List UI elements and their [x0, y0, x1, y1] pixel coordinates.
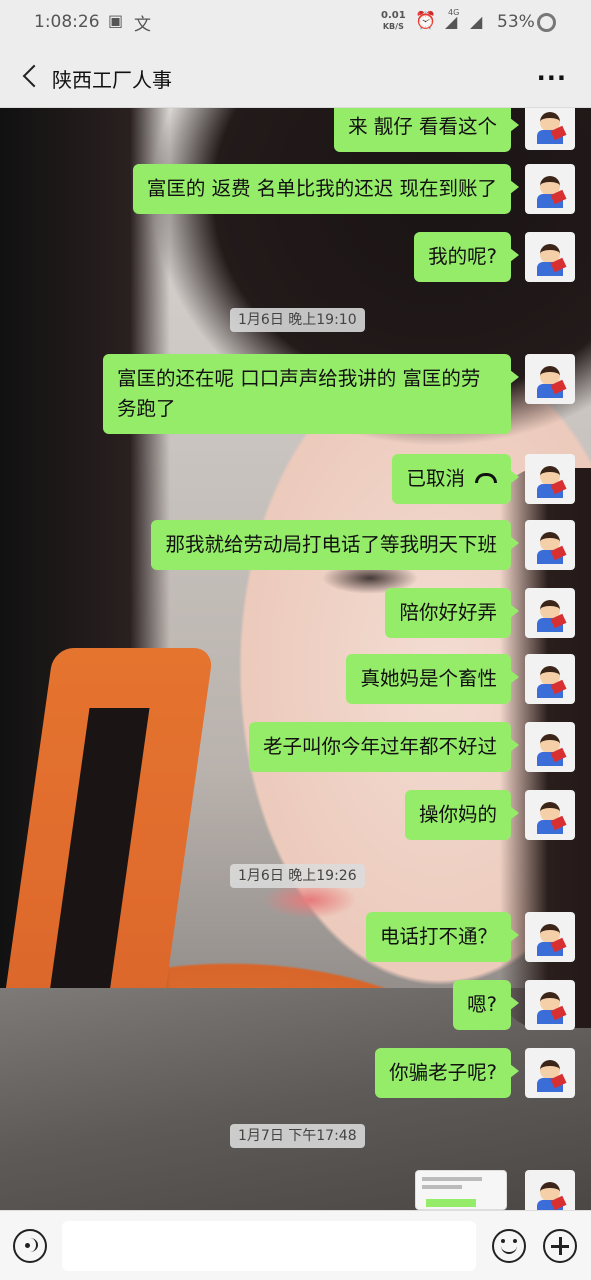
- message-bubble[interactable]: 我的呢?: [414, 232, 519, 282]
- emoji-icon[interactable]: [492, 1229, 526, 1263]
- voice-icon[interactable]: [13, 1229, 47, 1263]
- message-input[interactable]: [62, 1221, 476, 1271]
- time-separator: 1月7日 下午17:48: [230, 1124, 365, 1148]
- network-speed: 0.01 KB/S: [381, 10, 406, 32]
- avatar[interactable]: [525, 520, 575, 570]
- message-bubble[interactable]: 真她妈是个畜性: [346, 654, 519, 704]
- status-bar: 1:08:26 ▣ 文 0.01 KB/S ⏰ ◢ 4G ◢ 53%: [0, 0, 591, 46]
- avatar[interactable]: [525, 232, 575, 282]
- battery-icon: [537, 13, 556, 32]
- message-bubble[interactable]: 嗯?: [453, 980, 519, 1030]
- avatar[interactable]: [525, 454, 575, 504]
- message-notification-icon: ▣: [108, 11, 124, 30]
- call-status: 已取消: [406, 467, 465, 490]
- message-bubble[interactable]: 陪你好好弄: [385, 588, 519, 638]
- plus-icon[interactable]: [543, 1229, 577, 1263]
- message-bubble[interactable]: 你骗老子呢?: [375, 1048, 519, 1098]
- avatar[interactable]: [525, 790, 575, 840]
- network-speed-unit: KB/S: [382, 22, 404, 31]
- network-speed-value: 0.01: [381, 10, 406, 21]
- time-separator: 1月6日 晚上19:26: [230, 864, 365, 888]
- avatar[interactable]: [525, 164, 575, 214]
- avatar[interactable]: [525, 108, 575, 150]
- status-time: 1:08:26: [34, 12, 100, 32]
- chat-header: 陕西工厂人事 ···: [0, 46, 591, 108]
- time-separator: 1月6日 晚上19:10: [230, 308, 365, 332]
- input-bar: [0, 1210, 591, 1280]
- avatar[interactable]: [525, 1170, 575, 1210]
- message-bubble[interactable]: 电话打不通？: [365, 912, 520, 962]
- call-bubble[interactable]: 已取消: [392, 454, 519, 504]
- image-message[interactable]: [415, 1170, 507, 1210]
- message-bubble[interactable]: 富匡的 返费 名单比我的还迟 现在到账了: [132, 164, 520, 214]
- chat-area[interactable]: 来 靓仔 看看这个 富匡的 返费 名单比我的还迟 现在到账了 我的呢? 1月6日…: [0, 108, 591, 1210]
- signal-icon-2: ◢: [470, 12, 483, 31]
- avatar[interactable]: [525, 654, 575, 704]
- message-bubble[interactable]: 老子叫你今年过年都不好过: [248, 722, 520, 772]
- more-icon[interactable]: ···: [537, 64, 567, 92]
- app-notification-icon: 文: [134, 15, 151, 35]
- message-bubble[interactable]: 那我就给劳动局打电话了等我明天下班: [151, 520, 519, 570]
- avatar[interactable]: [525, 912, 575, 962]
- phone-hangup-icon: [475, 472, 497, 483]
- avatar[interactable]: [525, 354, 575, 404]
- alarm-icon: ⏰: [415, 11, 437, 31]
- avatar[interactable]: [525, 980, 575, 1030]
- chat-title: 陕西工厂人事: [52, 68, 172, 92]
- back-icon[interactable]: [22, 65, 42, 85]
- message-bubble[interactable]: 来 靓仔 看看这个: [334, 108, 519, 152]
- message-bubble[interactable]: 富匡的还在呢 口口声声给我讲的 富匡的劳务跑了: [103, 354, 519, 434]
- avatar[interactable]: [525, 1048, 575, 1098]
- battery-level: 53%: [497, 12, 535, 32]
- avatar[interactable]: [525, 588, 575, 638]
- network-type: 4G: [448, 8, 460, 17]
- message-bubble[interactable]: 操你妈的: [404, 790, 520, 840]
- avatar[interactable]: [525, 722, 575, 772]
